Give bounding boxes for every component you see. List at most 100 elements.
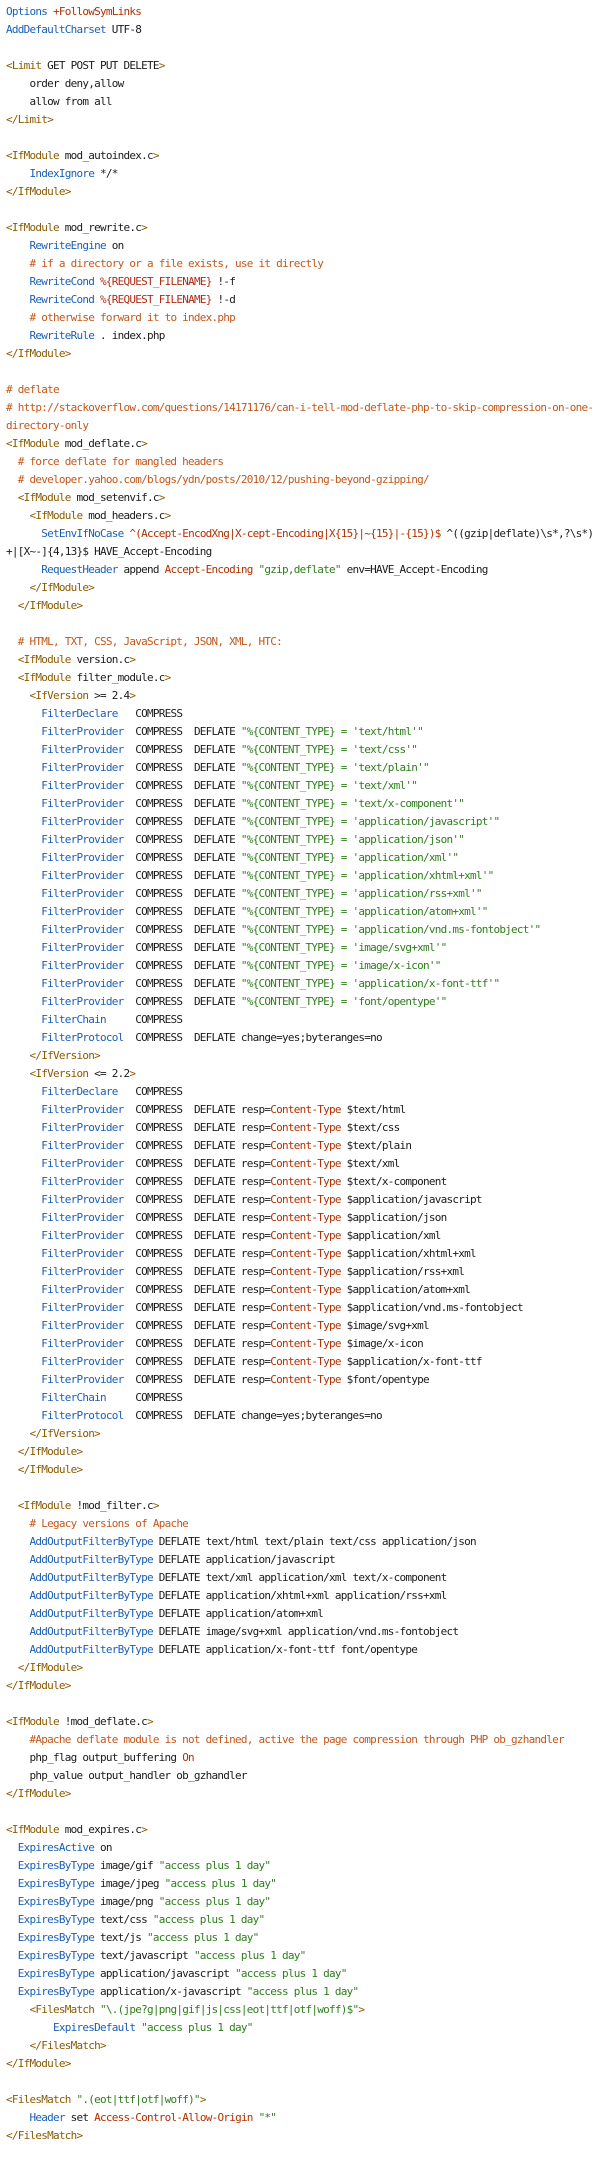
- code-line: </IfModule>: [6, 1443, 594, 1461]
- code-tag: >: [358, 2003, 365, 2016]
- code-line: <IfVersion <= 2.2>: [6, 1065, 594, 1083]
- code-string-literal: "access plus 1 day": [193, 1949, 306, 1962]
- code-string-literal: "%{CONTENT_TYPE} = 'application/vnd.ms-f…: [240, 923, 541, 936]
- code-text: text/javascript: [94, 1949, 194, 1962]
- code-text: COMPRESS: [105, 1391, 183, 1404]
- code-line: </IfModule>: [6, 345, 594, 363]
- code-text: $text/css: [340, 1121, 401, 1134]
- code-text: php_flag output_buffering: [6, 1751, 183, 1764]
- code-text: append: [117, 563, 165, 576]
- code-text: version.c: [70, 653, 130, 666]
- code-string-literal: "%{CONTENT_TYPE} = 'text/plain'": [240, 761, 430, 774]
- code-tag: >: [164, 509, 172, 522]
- code-line: ExpiresByType application/x-javascript "…: [6, 1983, 594, 2001]
- code-line: AddOutputFilterByType DEFLATE image/svg+…: [6, 1623, 594, 1641]
- code-line: FilterProvider COMPRESS DEFLATE resp=Con…: [6, 1101, 594, 1119]
- code-text: allow from all: [6, 95, 112, 108]
- code-keyword: Accept-Encoding: [164, 563, 254, 576]
- code-tag: </FilesMatch>: [6, 2129, 83, 2142]
- code-directive: ExpiresByType: [17, 1877, 95, 1890]
- code-directive: ExpiresByType: [17, 1931, 95, 1944]
- code-directive: FilterProvider: [41, 905, 124, 918]
- code-text: DEFLATE application/javascript: [152, 1553, 336, 1566]
- code-text: DEFLATE text/xml application/xml text/x-…: [152, 1571, 448, 1584]
- code-string-literal: "%{CONTENT_TYPE} = 'image/x-icon'": [240, 959, 441, 972]
- code-text: $image/x-icon: [340, 1337, 424, 1350]
- code-directive: FilterProvider: [41, 995, 124, 1008]
- code-directive: FilterProvider: [41, 779, 124, 792]
- code-directive: FilterProtocol: [41, 1031, 124, 1044]
- code-text: filter_module.c: [70, 671, 165, 684]
- code-comment: # force deflate for mangled headers: [17, 455, 224, 468]
- code-text: DEFLATE application/atom+xml: [152, 1607, 324, 1620]
- code-text: */*: [94, 167, 118, 180]
- code-directive: AddDefaultCharset: [6, 23, 107, 36]
- code-text: on: [94, 1841, 113, 1854]
- code-line: ExpiresByType image/jpeg "access plus 1 …: [6, 1875, 594, 1893]
- code-comment: #Apache deflate module is not defined, a…: [29, 1733, 565, 1746]
- code-keyword: Content-Type: [270, 1229, 341, 1242]
- code-line: <IfModule mod_setenvif.c>: [6, 489, 594, 507]
- code-text: COMPRESS DEFLATE: [123, 941, 241, 954]
- code-line: ExpiresByType image/gif "access plus 1 d…: [6, 1857, 594, 1875]
- code-tag: <IfModule: [17, 653, 72, 666]
- code-line: FilterProvider COMPRESS DEFLATE "%{CONTE…: [6, 993, 594, 1011]
- code-string-literal: "*": [258, 2111, 277, 2124]
- code-text: COMPRESS DEFLATE: [123, 743, 241, 756]
- code-directive: FilterProvider: [41, 869, 124, 882]
- code-string-literal: "access plus 1 day": [158, 1859, 271, 1872]
- code-line: IndexIgnore */*: [6, 165, 594, 183]
- code-line: FilterProvider COMPRESS DEFLATE resp=Con…: [6, 1281, 594, 1299]
- code-string-literal: "\.(jpe?g|png|gif|js|css|eot|ttf|otf|wof…: [99, 2003, 359, 2016]
- code-text: COMPRESS DEFLATE resp=: [123, 1319, 271, 1332]
- code-text: COMPRESS DEFLATE resp=: [123, 1139, 271, 1152]
- code-line: <FilesMatch ".(eot|ttf|otf|woff)">: [6, 2091, 594, 2109]
- code-line: FilterProvider COMPRESS DEFLATE resp=Con…: [6, 1263, 594, 1281]
- code-text: COMPRESS DEFLATE: [123, 977, 241, 990]
- code-text: !mod_filter.c: [70, 1499, 153, 1512]
- code-directive: ExpiresDefault: [52, 2021, 136, 2034]
- code-keyword: +FollowSymLinks: [52, 5, 142, 18]
- code-directive: FilterProvider: [41, 1139, 124, 1152]
- code-line: php_value output_handler ob_gzhandler: [6, 1767, 594, 1785]
- code-line: <IfModule mod_headers.c>: [6, 507, 594, 525]
- code-tag: <IfModule: [29, 509, 84, 522]
- code-text: COMPRESS DEFLATE change=yes;byteranges=n…: [123, 1031, 382, 1044]
- code-tag: >: [141, 1823, 148, 1836]
- code-tag: <IfModule: [17, 671, 72, 684]
- code-directive: FilterProvider: [41, 1283, 124, 1296]
- code-text: COMPRESS DEFLATE: [123, 725, 241, 738]
- code-directive: FilterProvider: [41, 923, 124, 936]
- code-directive: Header: [29, 2111, 66, 2124]
- code-tag: >: [141, 221, 148, 234]
- code-text: COMPRESS DEFLATE: [123, 815, 241, 828]
- code-view: Options +FollowSymLinks AddDefaultCharset…: [0, 0, 600, 2145]
- code-line: php_flag output_buffering On: [6, 1749, 594, 1767]
- code-string-literal: "%{CONTENT_TYPE} = 'text/xml'": [240, 779, 418, 792]
- code-line: ExpiresByType text/js "access plus 1 day…: [6, 1929, 594, 1947]
